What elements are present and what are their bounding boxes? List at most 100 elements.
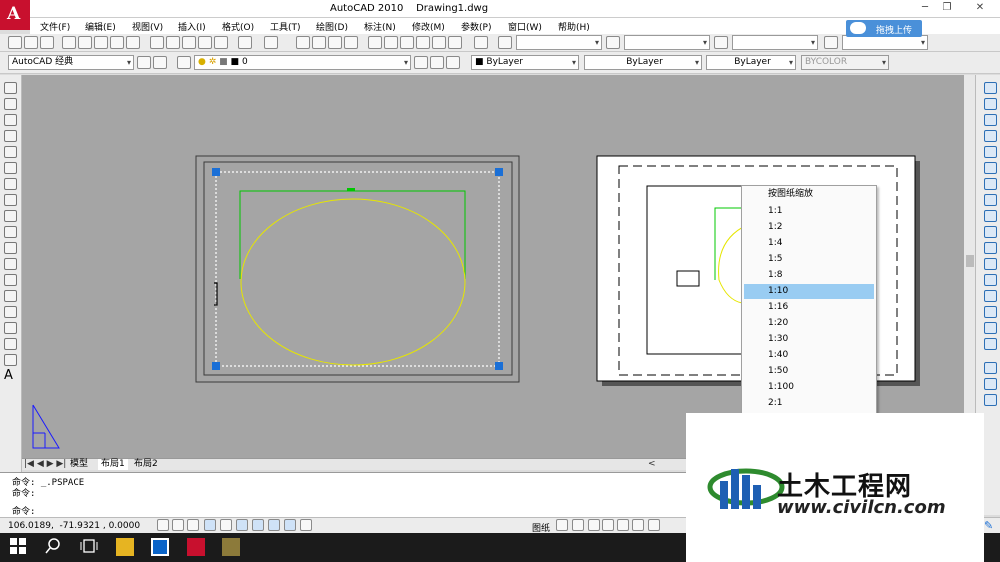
line-tool-icon[interactable]: [4, 82, 17, 94]
multileader-style-combo[interactable]: ▾: [842, 35, 928, 50]
menu-modify[interactable]: 修改(M): [412, 20, 445, 33]
menu-view[interactable]: 视图(V): [132, 20, 163, 33]
ellipse-arc-icon[interactable]: [4, 242, 17, 254]
workspace-combo[interactable]: AutoCAD 经典 ▾: [8, 55, 134, 70]
rotate-icon[interactable]: [984, 178, 997, 190]
copy-object-icon[interactable]: [984, 98, 997, 110]
file-explorer-icon[interactable]: [116, 538, 134, 556]
scale-item[interactable]: 1:16: [744, 300, 874, 315]
task-view-icon[interactable]: [80, 538, 98, 556]
command-prompt[interactable]: 命令:: [12, 504, 35, 517]
menu-file[interactable]: 文件(F): [40, 20, 70, 33]
scale-item[interactable]: 1:20: [744, 316, 874, 331]
make-block-icon[interactable]: [4, 274, 17, 286]
grip-bottom-right[interactable]: [495, 362, 503, 370]
restore-button[interactable]: ❐: [937, 2, 957, 16]
scale-item-selected[interactable]: 1:10: [744, 284, 874, 299]
fillet-icon[interactable]: [984, 322, 997, 334]
polygon-icon[interactable]: [4, 130, 17, 142]
scrollbar-thumb[interactable]: [966, 255, 974, 267]
infer-constraints-icon[interactable]: [157, 519, 169, 531]
workspace-save-icon[interactable]: [153, 56, 167, 69]
menu-dimension[interactable]: 标注(N): [364, 20, 396, 33]
save-icon[interactable]: [40, 36, 54, 49]
design-center-icon[interactable]: [384, 36, 398, 49]
rectangle-icon[interactable]: [4, 146, 17, 158]
grip-top-left[interactable]: [212, 168, 220, 176]
pan-status-icon[interactable]: [602, 519, 614, 531]
scale-to-paper[interactable]: 按图纸缩放: [744, 187, 874, 202]
ducs-icon[interactable]: [268, 519, 280, 531]
layer-combo[interactable]: ● ✲ ■ ■ 0 ▾: [194, 55, 411, 70]
open-icon[interactable]: [24, 36, 38, 49]
scale-item[interactable]: 1:4: [744, 236, 874, 251]
zoom-window-icon[interactable]: [328, 36, 342, 49]
otrack-icon[interactable]: [252, 519, 264, 531]
properties-icon[interactable]: [368, 36, 382, 49]
insert-block-icon[interactable]: [4, 258, 17, 270]
showmotion-icon[interactable]: [648, 519, 660, 531]
send-to-back-icon[interactable]: [984, 394, 997, 406]
hatch-icon[interactable]: [4, 306, 17, 318]
grid-icon[interactable]: [187, 519, 199, 531]
menu-tools[interactable]: 工具(T): [270, 20, 301, 33]
linetype-combo[interactable]: ByLayer ▾: [584, 55, 702, 70]
tab-model[interactable]: 模型: [70, 459, 88, 470]
autocad-logo-icon[interactable]: A: [0, 0, 30, 30]
osnap-icon[interactable]: [236, 519, 248, 531]
menu-parametric[interactable]: 参数(P): [461, 20, 491, 33]
spline-icon[interactable]: [4, 210, 17, 222]
scale-item[interactable]: 1:8: [744, 268, 874, 283]
gradient-icon[interactable]: [4, 322, 17, 334]
tab-layout2[interactable]: 布局2: [134, 459, 158, 470]
quick-view-drawings-icon[interactable]: [588, 519, 600, 531]
close-button[interactable]: ✕: [970, 2, 990, 16]
menu-draw[interactable]: 绘图(D): [316, 20, 348, 33]
stretch-icon[interactable]: [984, 210, 997, 222]
lineweight-toggle-icon[interactable]: [300, 519, 312, 531]
autocad-taskbar-icon[interactable]: [187, 538, 205, 556]
tab-layout1[interactable]: 布局1: [98, 459, 128, 470]
move-icon[interactable]: [984, 162, 997, 174]
layer-properties-icon[interactable]: [177, 56, 191, 69]
cut-icon[interactable]: [150, 36, 164, 49]
ortho-icon[interactable]: [204, 519, 216, 531]
search-icon[interactable]: [45, 538, 63, 556]
trim-icon[interactable]: [984, 226, 997, 238]
zoom-status-icon[interactable]: [617, 519, 629, 531]
zoom-realtime-icon[interactable]: [312, 36, 326, 49]
scale-item[interactable]: 1:50: [744, 364, 874, 379]
chamfer-icon[interactable]: [984, 306, 997, 318]
break-at-point-icon[interactable]: [984, 258, 997, 270]
make-current-layer-icon[interactable]: [414, 56, 428, 69]
quick-view-layouts-icon[interactable]: [572, 519, 584, 531]
multileader-style-icon[interactable]: [824, 36, 838, 49]
array-icon[interactable]: [984, 146, 997, 158]
table-style-icon[interactable]: [714, 36, 728, 49]
undo-icon[interactable]: [238, 36, 252, 49]
plotstyle-combo[interactable]: BYCOLOR ▾: [801, 55, 889, 70]
scale-icon[interactable]: [984, 194, 997, 206]
polar-icon[interactable]: [220, 519, 232, 531]
text-style-combo[interactable]: ▾: [516, 35, 602, 50]
layer-previous-icon[interactable]: [430, 56, 444, 69]
join-icon[interactable]: [984, 290, 997, 302]
paste-icon[interactable]: [182, 36, 196, 49]
image-viewer-icon[interactable]: [222, 538, 240, 556]
table-icon[interactable]: [4, 354, 17, 366]
tab-nav-arrows-icon[interactable]: |◀ ◀ ▶ ▶|: [24, 459, 66, 470]
extend-icon[interactable]: [984, 242, 997, 254]
dyn-icon[interactable]: [284, 519, 296, 531]
print-icon[interactable]: [62, 36, 76, 49]
scale-item[interactable]: 1:100: [744, 380, 874, 395]
scale-item[interactable]: 1:1: [744, 204, 874, 219]
table-style-combo[interactable]: ▾: [732, 35, 818, 50]
lineweight-combo[interactable]: ByLayer ▾: [706, 55, 796, 70]
help-icon[interactable]: [474, 36, 488, 49]
dim-style-icon[interactable]: [606, 36, 620, 49]
scale-item[interactable]: 1:30: [744, 332, 874, 347]
publish-icon[interactable]: [94, 36, 108, 49]
match-properties-icon[interactable]: [198, 36, 212, 49]
point-icon[interactable]: [4, 290, 17, 302]
windows-start-icon[interactable]: [10, 538, 28, 556]
